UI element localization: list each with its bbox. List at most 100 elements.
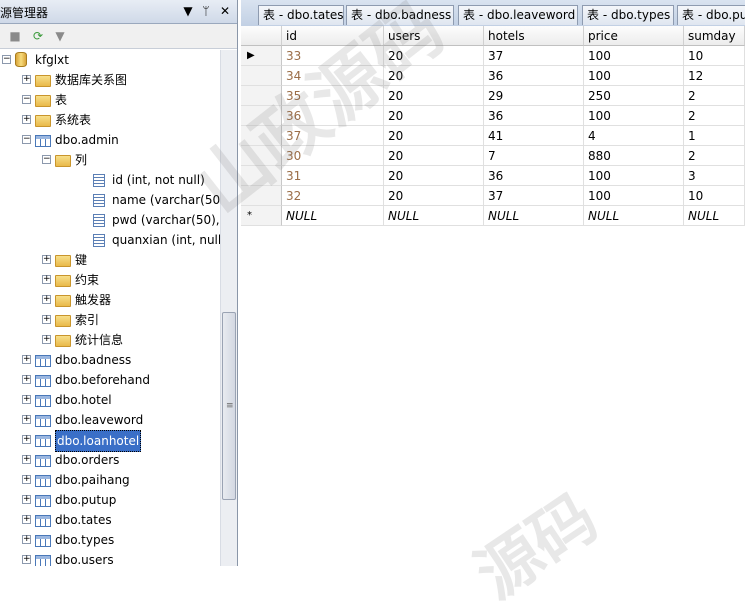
grid-cell[interactable]: 100 (584, 106, 684, 126)
tab-table-2[interactable]: 表 - dbo.leaveword (458, 5, 578, 25)
close-icon[interactable]: ✕ (218, 3, 232, 19)
expand-icon[interactable]: + (22, 475, 31, 484)
column-header[interactable]: hotels (484, 26, 584, 46)
refresh-icon[interactable]: ⟳ (30, 28, 46, 44)
expand-icon[interactable]: + (22, 555, 31, 564)
tree-node[interactable]: + 触发器 (0, 290, 220, 310)
column-header[interactable]: price (584, 26, 684, 46)
row-selector[interactable] (241, 186, 282, 206)
grid-cell[interactable]: 20 (384, 106, 484, 126)
grid-cell[interactable]: 31 (282, 166, 384, 186)
collapse-icon[interactable]: − (42, 155, 51, 164)
filter-icon[interactable]: ▼ (52, 28, 68, 44)
tree-node[interactable]: + 数据库关系图 (0, 70, 220, 90)
column-header[interactable]: sumday (684, 26, 745, 46)
grid-cell[interactable]: NULL (384, 206, 484, 226)
tree-node[interactable]: + dbo.types (0, 530, 220, 550)
tree-node[interactable]: + dbo.orders (0, 450, 220, 470)
expand-icon[interactable]: + (22, 375, 31, 384)
grid-cell[interactable]: 33 (282, 46, 384, 66)
tab-table-4[interactable]: 表 - dbo.pu (677, 5, 745, 25)
grid-cell[interactable]: 250 (584, 86, 684, 106)
collapse-icon[interactable]: − (22, 135, 31, 144)
stop-icon[interactable]: ■ (7, 28, 23, 44)
grid-cell[interactable]: 100 (584, 66, 684, 86)
grid-cell[interactable]: 7 (484, 146, 584, 166)
dropdown-icon[interactable]: ▼ (181, 3, 195, 19)
grid-cell[interactable]: 12 (684, 66, 745, 86)
expand-icon[interactable]: + (22, 435, 31, 444)
row-selector[interactable] (241, 86, 282, 106)
grid-cell[interactable]: 20 (384, 86, 484, 106)
tree-node[interactable]: + 约束 (0, 270, 220, 290)
tree-node[interactable]: − dbo.admin (0, 130, 220, 150)
expand-icon[interactable]: + (42, 275, 51, 284)
expand-icon[interactable]: + (22, 455, 31, 464)
grid-cell[interactable]: 100 (584, 166, 684, 186)
grid-cell[interactable]: 29 (484, 86, 584, 106)
tree-node[interactable]: + dbo.tates (0, 510, 220, 530)
tree-node[interactable]: id (int, not null) (0, 170, 220, 190)
grid-cell[interactable]: 880 (584, 146, 684, 166)
grid-cell[interactable]: 36 (484, 106, 584, 126)
scrollbar-thumb[interactable]: ≡ (222, 312, 236, 500)
grid-cell[interactable]: 41 (484, 126, 584, 146)
grid-cell[interactable]: 37 (484, 46, 584, 66)
tree-node[interactable]: − kfglxt (0, 50, 220, 70)
expand-icon[interactable]: + (22, 355, 31, 364)
tree-node[interactable]: quanxian (int, null) (0, 230, 226, 250)
row-selector[interactable] (241, 106, 282, 126)
expand-icon[interactable]: + (42, 295, 51, 304)
grid-cell[interactable]: 32 (282, 186, 384, 206)
grid-cell[interactable]: 20 (384, 186, 484, 206)
grid-cell[interactable]: 20 (384, 166, 484, 186)
tree-node[interactable]: + dbo.users (0, 550, 220, 566)
grid-cell[interactable]: 35 (282, 86, 384, 106)
tree-node[interactable]: + dbo.paihang (0, 470, 220, 490)
grid-cell[interactable]: 20 (384, 46, 484, 66)
grid-cell[interactable]: NULL (484, 206, 584, 226)
grid-cell[interactable]: 36 (484, 66, 584, 86)
grid-cell[interactable]: 1 (684, 126, 745, 146)
tree-node[interactable]: − 列 (0, 150, 220, 170)
grid-cell[interactable]: NULL (282, 206, 384, 226)
grid-cell[interactable]: 36 (484, 166, 584, 186)
grid-cell[interactable]: 100 (584, 46, 684, 66)
tab-table-1[interactable]: 表 - dbo.badness (346, 5, 454, 25)
grid-cell[interactable]: 37 (484, 186, 584, 206)
tree-node[interactable]: + 键 (0, 250, 220, 270)
pin-icon[interactable]: ᛘ (199, 3, 213, 19)
row-selector[interactable]: * (241, 206, 282, 226)
tree-node[interactable]: − 表 (0, 90, 220, 110)
row-selector[interactable] (241, 166, 282, 186)
grid-cell[interactable]: 20 (384, 126, 484, 146)
grid-cell[interactable]: 2 (684, 146, 745, 166)
grid-cell[interactable]: 37 (282, 126, 384, 146)
expand-icon[interactable]: + (22, 495, 31, 504)
tree-node[interactable]: + 统计信息 (0, 330, 220, 350)
row-selector[interactable] (241, 126, 282, 146)
grid-cell[interactable]: NULL (584, 206, 684, 226)
row-selector[interactable] (241, 146, 282, 166)
expand-icon[interactable]: + (22, 535, 31, 544)
tree-node[interactable]: + dbo.putup (0, 490, 220, 510)
grid-cell[interactable]: 10 (684, 186, 745, 206)
collapse-icon[interactable]: − (22, 95, 31, 104)
expand-icon[interactable]: + (22, 415, 31, 424)
grid-cell[interactable]: 2 (684, 106, 745, 126)
tab-table-0[interactable]: 表 - dbo.tates (258, 5, 344, 25)
expand-icon[interactable]: + (22, 515, 31, 524)
expand-icon[interactable]: + (22, 115, 31, 124)
grid-cell[interactable]: 36 (282, 106, 384, 126)
grid-cell[interactable]: 20 (384, 66, 484, 86)
tree-node[interactable]: name (varchar(50), r (0, 190, 237, 210)
tree-node[interactable]: pwd (varchar(50), r (0, 210, 228, 230)
grid-cell[interactable]: 4 (584, 126, 684, 146)
grid-cell[interactable]: 30 (282, 146, 384, 166)
grid-cell[interactable]: 34 (282, 66, 384, 86)
tree-node[interactable]: + 索引 (0, 310, 220, 330)
tree-node[interactable]: + dbo.beforehand (0, 370, 220, 390)
grid-cell[interactable]: NULL (684, 206, 745, 226)
tree-node[interactable]: + 系统表 (0, 110, 220, 130)
grid-cell[interactable]: 20 (384, 146, 484, 166)
